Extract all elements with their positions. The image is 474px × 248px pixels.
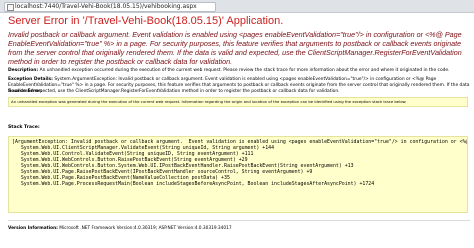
address-bar-url[interactable]: localhost:7440/Travel-Vehi-Book(18.05.15… — [15, 3, 197, 11]
source-error-title: Source Error: — [8, 89, 43, 94]
description-row: Description: An unhandled exception occu… — [8, 68, 470, 74]
stack-trace-line: System.Web.UI.Page.ProcessRequestMain(Bo… — [12, 181, 375, 187]
page-icon — [7, 4, 14, 11]
description-text: An unhandled exception occurred during t… — [39, 68, 450, 73]
browser-toolbar: localhost:7440/Travel-Vehi-Book(18.05.15… — [0, 0, 474, 13]
error-message: Invalid postback or callback argument. E… — [8, 30, 462, 66]
exception-row: Exception Details: System.ArgumentExcept… — [8, 77, 470, 95]
version-text: Microsoft .NET Framework Version:4.0.303… — [59, 226, 232, 231]
description-label: Description: — [8, 68, 39, 73]
exception-label: Exception Details: — [8, 77, 53, 82]
divider — [8, 220, 470, 221]
source-error-text: An unhandled exception was generated dur… — [11, 99, 407, 104]
error-details: Description: An unhandled exception occu… — [8, 68, 470, 95]
version-label: Version Information: — [8, 226, 58, 231]
version-info: Version Information: Microsoft .NET Fram… — [8, 226, 470, 232]
exception-text: System.ArgumentException: Invalid postba… — [8, 77, 470, 94]
address-bar[interactable]: localhost:7440/Travel-Vehi-Book(18.05.15… — [4, 2, 216, 12]
page-title: Server Error in '/Travel-Vehi-Book(18.05… — [8, 15, 284, 27]
source-error-box: An unhandled exception was generated dur… — [8, 97, 468, 107]
stack-trace-box: [ArgumentException: Invalid postback or … — [8, 136, 468, 213]
stack-trace-title: Stack Trace: — [8, 125, 40, 130]
